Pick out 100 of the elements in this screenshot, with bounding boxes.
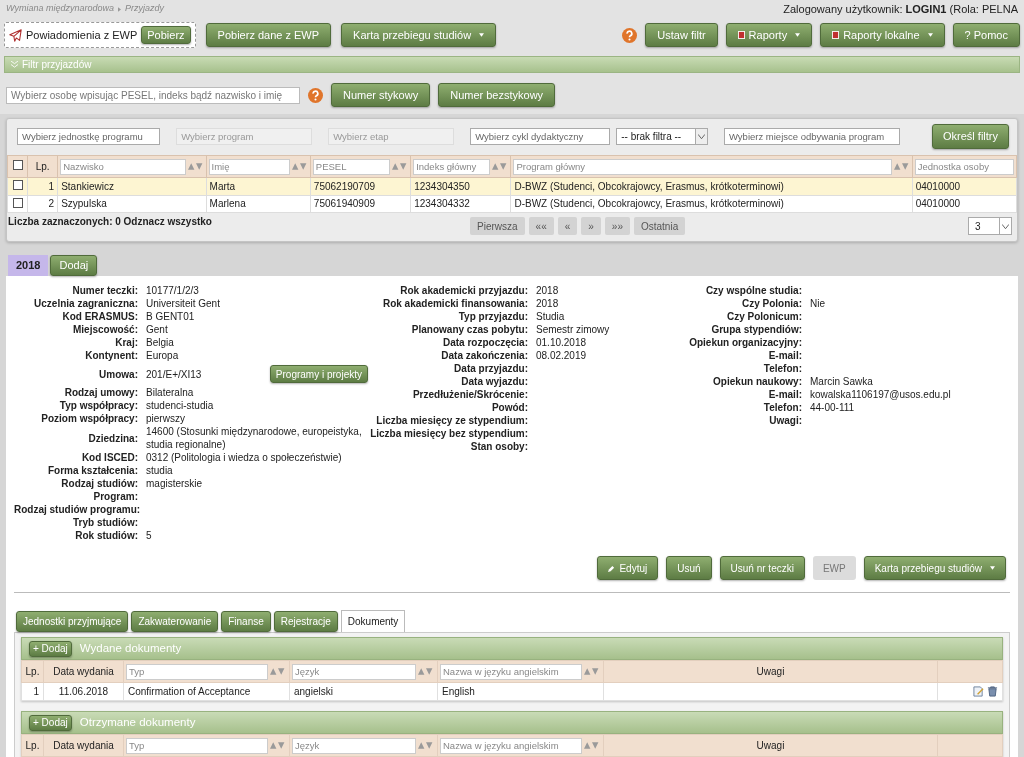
sort-icon [584,668,600,675]
field-label: Typ przyjazdu: [457,310,528,323]
field-value: 01.10.2018 [536,336,587,349]
user-info: Zalogowany użytkownik: LOGIN1 (Rola: PELNA [783,1,1018,17]
field-label: Uczelnia zagraniczna: [33,297,138,310]
column-filter-field[interactable]: Typ [126,663,268,680]
column-filter-field[interactable]: Język [292,663,416,680]
field-label: Kontynent: [84,349,138,362]
field-label: Program: [92,490,138,503]
sort-icon [584,742,600,749]
column-filter-field[interactable]: Nazwa w języku angielskim [440,663,582,680]
field-label: Telefon: [762,362,802,375]
table-cell: D-BWZ (Studenci, Obcokrajowcy, Erasmus, krótkoterminowi) [514,180,784,192]
table-cell: angielski [294,686,333,697]
section-title: Wydane dokumenty [79,640,182,656]
sort-icon [418,742,434,749]
table-cell-text: 1 [47,179,55,194]
add-button[interactable]: + Dodaj [29,714,72,731]
tab[interactable]: Zakwaterowanie [131,611,219,632]
field-label: Kraj: [114,336,138,349]
checkbox[interactable] [12,160,23,171]
filter-field[interactable]: Wybierz jednostkę programu [17,127,161,145]
chevron-down-icon [1002,223,1009,229]
column-filter-field[interactable]: Indeks główny [413,158,491,175]
year-tab[interactable]: 2018 [8,255,49,276]
column-filter-field[interactable]: Nazwa w języku angielskim [440,737,582,754]
field-label: Typ współpracy: [58,399,138,412]
tab[interactable]: Rejestracje [273,611,338,632]
checkbox[interactable] [12,180,23,190]
pagination-button[interactable]: Pierwsza [470,217,525,235]
field-value: Belgia [146,336,174,349]
chevron-icon [118,6,122,12]
add-button[interactable]: + Dodaj [29,640,72,657]
caret-icon [795,33,801,37]
column-header: Uwagi [756,740,785,752]
action-button[interactable]: Usuń nr teczki [719,556,805,580]
help-icon [622,27,638,43]
table-cell: 1234304332 [414,198,470,210]
toolbar-button[interactable]: Raporty [725,23,813,47]
search-field[interactable]: Wybierz osobę wpisując PESEL, indeks bądź nazwisko i imię [6,86,300,104]
pagination-button[interactable]: Ostatnia [633,217,686,235]
table-cell: Marlena [209,198,246,210]
checkbox[interactable] [12,197,23,208]
toolbar-button[interactable]: Pobierz dane z EWP [205,23,332,47]
pagination-button[interactable]: »» [604,217,630,235]
field-label: Czy wspólne studia: [704,284,802,297]
column-filter-field[interactable]: Typ [126,737,268,754]
filter-select[interactable]: -- brak filtra -- [616,127,708,145]
pagination-button[interactable]: » [581,217,601,235]
field-value: 2018 [536,297,559,310]
tab[interactable]: Dokumenty [340,610,406,632]
caret-icon [990,566,995,570]
report-icon [737,31,745,39]
filter-bar[interactable]: Filtr przyjazdów [4,55,1020,73]
column-filter-field[interactable]: Nazwisko [60,158,186,175]
field-value: 14600 (Stosunki międzynarodowe, europeistyka, studia regionalne) [146,425,363,451]
toolbar-button[interactable]: Raporty lokalne [820,23,945,47]
trash-icon [987,686,998,697]
fetch-button[interactable]: Pobierz [141,26,191,44]
programs-button[interactable]: Programy i projekty [269,365,368,383]
column-filter-field[interactable]: Program główny [513,158,892,175]
column-header: Lp. [35,161,50,173]
filter-field[interactable]: Wybierz miejsce odbywania program [723,127,900,145]
column-filter-field[interactable]: Język [292,737,416,754]
toolbar-button[interactable]: Numer bezstykowy [438,83,556,107]
field-label: Rodzaj studiów: [60,477,138,490]
pagination-button[interactable]: «« [528,217,554,235]
field-label: E-mail: [767,349,802,362]
toolbar-button[interactable]: Ustaw filtr [645,23,718,47]
breadcrumb-link[interactable]: Przyjazdy [125,2,165,16]
filter-field[interactable]: Wybierz cykl dydaktyczny [470,127,611,145]
year-tab[interactable]: Dodaj [50,255,98,276]
field-label: Umowa: [98,367,138,381]
column-filter-field[interactable]: Jednostka osoby [914,158,1014,175]
field-label: Data wyjazdu: [460,375,528,388]
field-value: Bilateralna [146,386,194,399]
sort-icon [418,668,434,675]
field-value: Nie [810,297,825,310]
toolbar-button[interactable]: ? Pomoc [952,23,1020,47]
field-label: Forma kształcenia: [46,464,138,477]
field-value: 10177/1/2/3 [146,284,199,297]
action-button[interactable]: Edytuj [597,556,659,580]
field-label: Data przyjazdu: [453,362,528,375]
column-filter-field[interactable]: Imię [208,158,290,175]
sort-icon [893,163,910,170]
report-icon [832,31,840,39]
column-filter-field[interactable]: PESEL [312,158,391,175]
pagination-button[interactable]: « [557,217,578,235]
action-button[interactable]: Karta przebiegu studiów [863,556,1006,580]
page-size-select[interactable]: 3 [968,217,1012,235]
table-cell: 1 [33,686,39,697]
toolbar-button[interactable]: Karta przebiegu studiów [341,23,497,47]
action-button[interactable]: Usuń [666,556,712,580]
toolbar-button[interactable]: Numer stykowy [331,83,431,107]
tab[interactable]: Finanse [221,611,271,632]
breadcrumb-link[interactable]: Wymiana międzynarodowa [6,2,115,16]
apply-filters-button[interactable]: Określ filtry [932,123,1009,149]
field-value: studia [146,464,173,477]
field-value: 201/E+/XI13 [146,367,202,381]
tab[interactable]: Jednostki przyjmujące [16,611,129,632]
